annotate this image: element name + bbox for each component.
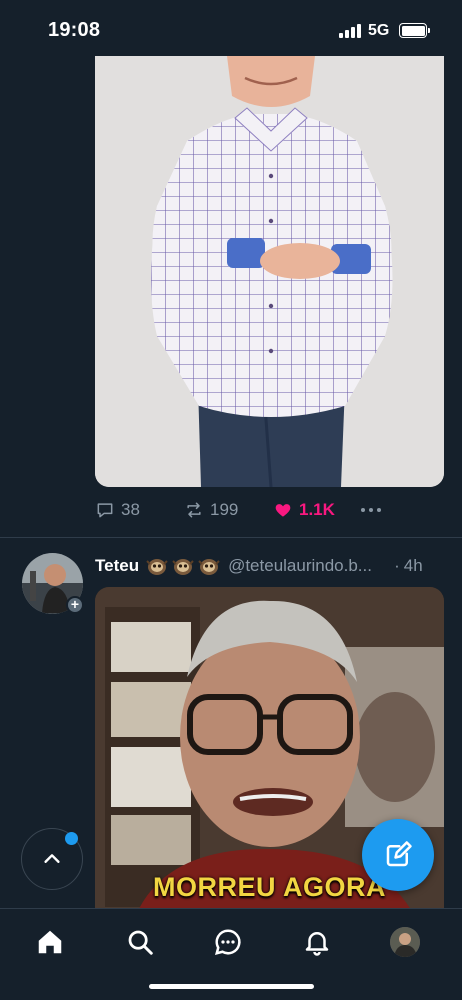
chevron-up-icon <box>44 854 60 863</box>
search-icon <box>128 930 153 955</box>
like-button[interactable]: 1.1K <box>273 498 335 522</box>
messages-icon <box>214 929 241 956</box>
follow-plus-icon[interactable]: + <box>66 596 84 614</box>
man-photo-illustration <box>95 56 444 487</box>
nav-messages[interactable] <box>212 926 244 958</box>
author-name[interactable]: Teteu <box>95 556 139 576</box>
notifications-icon <box>305 932 329 956</box>
retweet-icon <box>187 502 201 518</box>
compose-button[interactable] <box>362 819 434 891</box>
profile-avatar-image <box>390 927 420 957</box>
tweet-header: Teteu @teteulaurindo.b... · 4h <box>95 554 445 578</box>
tweet-divider <box>0 537 462 538</box>
retweet-button[interactable]: 199 <box>184 498 238 522</box>
reply-icon <box>97 503 113 518</box>
nav-home[interactable] <box>34 926 66 958</box>
tweet-timestamp: 4h <box>403 556 423 575</box>
reply-button[interactable]: 38 <box>95 498 140 522</box>
heart-filled-icon <box>275 504 291 517</box>
nav-search[interactable] <box>124 926 156 958</box>
more-options-icon[interactable] <box>361 508 381 512</box>
separator-dot: · <box>394 556 400 575</box>
sloth-icon <box>172 559 194 575</box>
nav-notifications[interactable] <box>301 926 333 958</box>
home-indicator <box>149 984 314 989</box>
home-icon <box>38 930 62 954</box>
status-bar: 19:08 5G <box>0 0 462 56</box>
tweet-action-bar: 38 199 1.1K <box>95 498 444 522</box>
network-label: 5G <box>368 22 390 39</box>
like-count: 1.1K <box>299 500 335 519</box>
signal-icon <box>339 24 361 38</box>
status-time: 19:08 <box>48 19 101 41</box>
tweet-media-image[interactable] <box>95 56 444 487</box>
sloth-icon <box>146 559 168 575</box>
retweet-count: 199 <box>210 500 239 519</box>
name-emojis <box>145 555 221 577</box>
new-posts-indicator <box>65 832 78 845</box>
reply-count: 38 <box>121 500 140 519</box>
author-handle[interactable]: @teteulaurindo.b... <box>228 556 388 576</box>
battery-icon <box>399 23 430 38</box>
compose-icon <box>386 841 412 867</box>
sloth-icon <box>198 559 220 575</box>
nav-profile-avatar[interactable] <box>390 927 420 957</box>
